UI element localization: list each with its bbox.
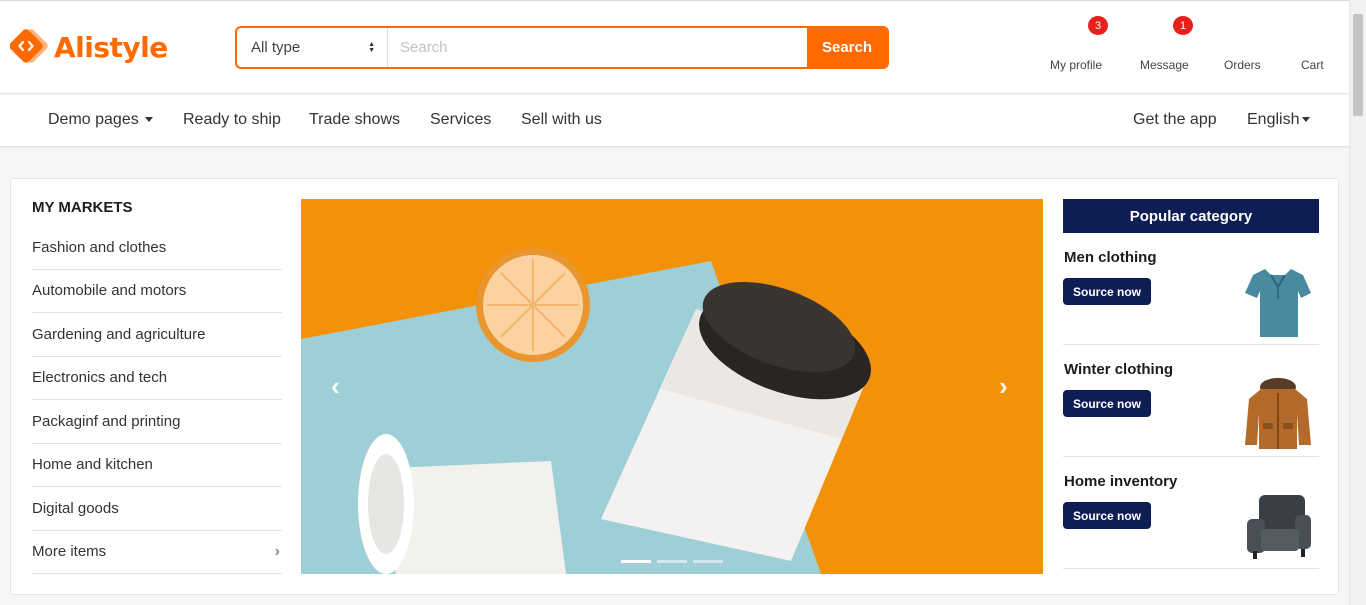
more-items[interactable]: More items ›: [32, 531, 282, 574]
sort-arrows-icon: ▲ ▼: [368, 40, 375, 54]
market-item[interactable]: Gardening and agriculture: [32, 313, 282, 357]
markets-menu: MY MARKETS Fashion and clothes Automobil…: [32, 199, 282, 574]
nav-ready-to-ship[interactable]: Ready to ship: [183, 111, 281, 129]
message-badge: 1: [1173, 16, 1193, 35]
logo-icon: [10, 29, 48, 63]
market-item[interactable]: Packaginf and printing: [32, 400, 282, 444]
market-item[interactable]: Electronics and tech: [32, 357, 282, 400]
orders-link[interactable]: Orders: [1224, 58, 1261, 72]
popular-item-name: Home inventory: [1064, 473, 1178, 490]
carousel-indicator[interactable]: [657, 560, 687, 563]
source-now-button[interactable]: Source now: [1063, 502, 1151, 529]
nav-sell-with-us[interactable]: Sell with us: [521, 111, 602, 129]
hero-image: [301, 199, 1043, 574]
search-bar: All type ▲ ▼ Search: [235, 26, 889, 69]
carousel-indicator[interactable]: [621, 560, 651, 563]
popular-item-name: Winter clothing: [1064, 361, 1174, 378]
search-type-value: All type: [251, 39, 301, 56]
logo[interactable]: Alistyle: [10, 29, 168, 65]
cart-link[interactable]: Cart: [1301, 58, 1324, 72]
search-type-select[interactable]: All type ▲ ▼: [237, 28, 388, 67]
market-item[interactable]: Fashion and clothes: [32, 226, 282, 270]
header: Alistyle All type ▲▼ Search 3 1 My profi…: [0, 0, 1349, 94]
source-now-button[interactable]: Source now: [1063, 390, 1151, 417]
search-input[interactable]: [388, 28, 807, 67]
main-card: MY MARKETS Fashion and clothes Automobil…: [10, 178, 1339, 595]
nav-trade-shows[interactable]: Trade shows: [309, 111, 400, 129]
market-item-label: Home and kitchen: [32, 456, 153, 474]
market-item[interactable]: Automobile and motors: [32, 270, 282, 313]
main-nav: Demo pages Ready to ship Trade shows Ser…: [0, 95, 1349, 147]
markets-title: MY MARKETS: [32, 199, 133, 216]
search-button[interactable]: Search: [807, 28, 887, 67]
page-scrollbar[interactable]: [1349, 0, 1366, 605]
hero-carousel: ‹ ›: [301, 199, 1043, 574]
carousel-indicators: [621, 560, 723, 563]
market-item[interactable]: Digital goods: [32, 487, 282, 531]
market-item-label: Gardening and agriculture: [32, 325, 206, 343]
market-item-label: Fashion and clothes: [32, 238, 167, 256]
market-item[interactable]: Home and kitchen: [32, 444, 282, 487]
market-item-label: Automobile and motors: [32, 282, 187, 300]
nav-get-the-app[interactable]: Get the app: [1133, 111, 1217, 129]
winter-jacket-icon: [1245, 378, 1311, 449]
caret-down-icon: [144, 117, 153, 123]
nav-demo-pages[interactable]: Demo pages: [48, 111, 153, 129]
polo-shirt-icon: [1245, 269, 1311, 337]
carousel-prev-icon[interactable]: ‹: [331, 371, 340, 402]
market-item-label: Digital goods: [32, 499, 119, 517]
caret-down-icon: [1302, 117, 1311, 123]
chevron-right-icon: ›: [274, 542, 280, 560]
nav-language-label: English: [1247, 111, 1300, 128]
more-items-label: More items: [32, 543, 107, 561]
scrollbar-thumb[interactable]: [1353, 14, 1363, 116]
popular-item: Men clothing Source now: [1063, 233, 1319, 345]
armchair-icon: [1247, 495, 1311, 559]
source-now-button[interactable]: Source now: [1063, 278, 1151, 305]
market-item-label: Electronics and tech: [32, 369, 168, 387]
nav-services[interactable]: Services: [430, 111, 491, 129]
popular-item: Home inventory Source now: [1063, 457, 1319, 569]
nav-demo-pages-label: Demo pages: [48, 111, 139, 128]
carousel-indicator[interactable]: [693, 560, 723, 563]
my-profile-link[interactable]: My profile: [1050, 58, 1102, 72]
profile-badge: 3: [1088, 16, 1108, 35]
nav-language[interactable]: English: [1247, 111, 1311, 129]
logo-text: Alistyle: [54, 30, 168, 64]
popular-category-title: Popular category: [1063, 199, 1319, 233]
popular-item: Winter clothing Source now: [1063, 345, 1319, 457]
market-item-label: Packaginf and printing: [32, 412, 181, 430]
message-link[interactable]: Message: [1140, 58, 1189, 72]
popular-category: Popular category Men clothing Source now…: [1063, 199, 1319, 569]
popular-item-name: Men clothing: [1064, 249, 1157, 266]
carousel-next-icon[interactable]: ›: [999, 371, 1008, 402]
